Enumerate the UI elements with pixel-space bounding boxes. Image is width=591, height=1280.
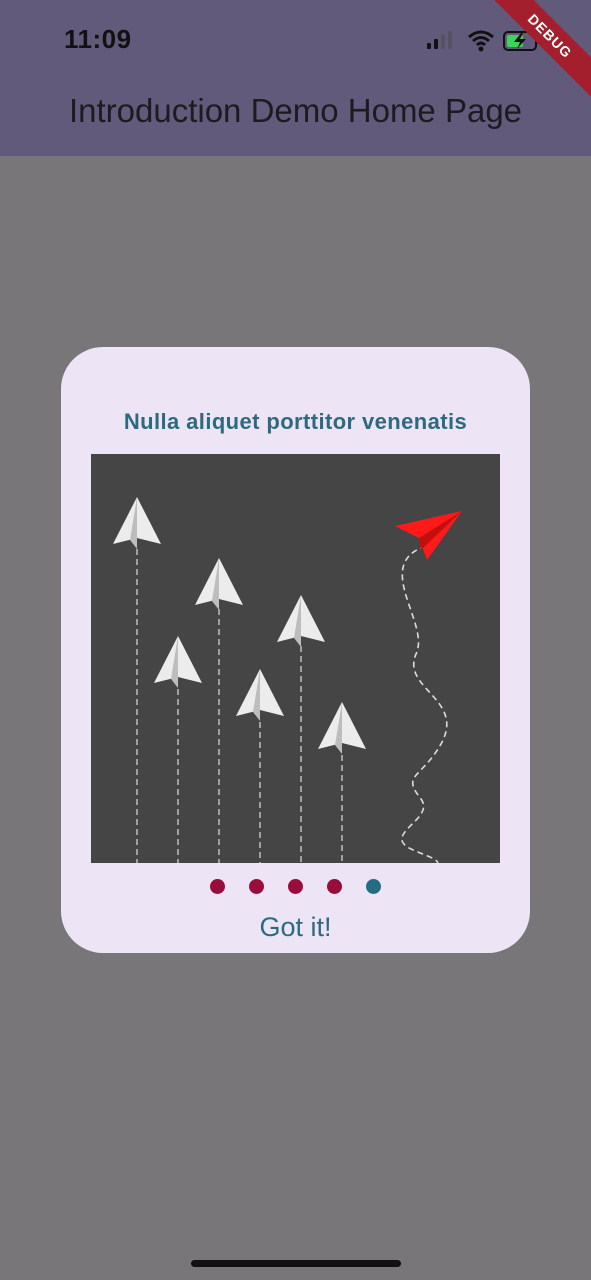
slide-title: Nulla aliquet porttitor venenatis (123, 409, 468, 434)
got-it-button[interactable]: Got it! (61, 912, 530, 943)
page-indicator (61, 879, 530, 895)
page-dot[interactable] (249, 879, 264, 894)
status-time: 11:09 (64, 24, 132, 54)
page-dot[interactable] (327, 879, 342, 894)
page-dot[interactable] (288, 879, 303, 894)
page-dot[interactable] (210, 879, 225, 894)
app-bar: 11:09 Introduction Demo Home Page DEBUG (0, 0, 591, 156)
paper-planes-illustration (91, 454, 500, 863)
introduction-dialog: Nulla aliquet porttitor venenatis Got it… (61, 347, 530, 953)
page-dot-active[interactable] (366, 879, 381, 894)
wifi-icon (468, 30, 494, 52)
home-indicator[interactable] (191, 1260, 401, 1267)
debug-label: DEBUG (491, 0, 591, 99)
cellular-signal-icon (427, 31, 452, 49)
debug-banner: DEBUG (491, 0, 591, 100)
